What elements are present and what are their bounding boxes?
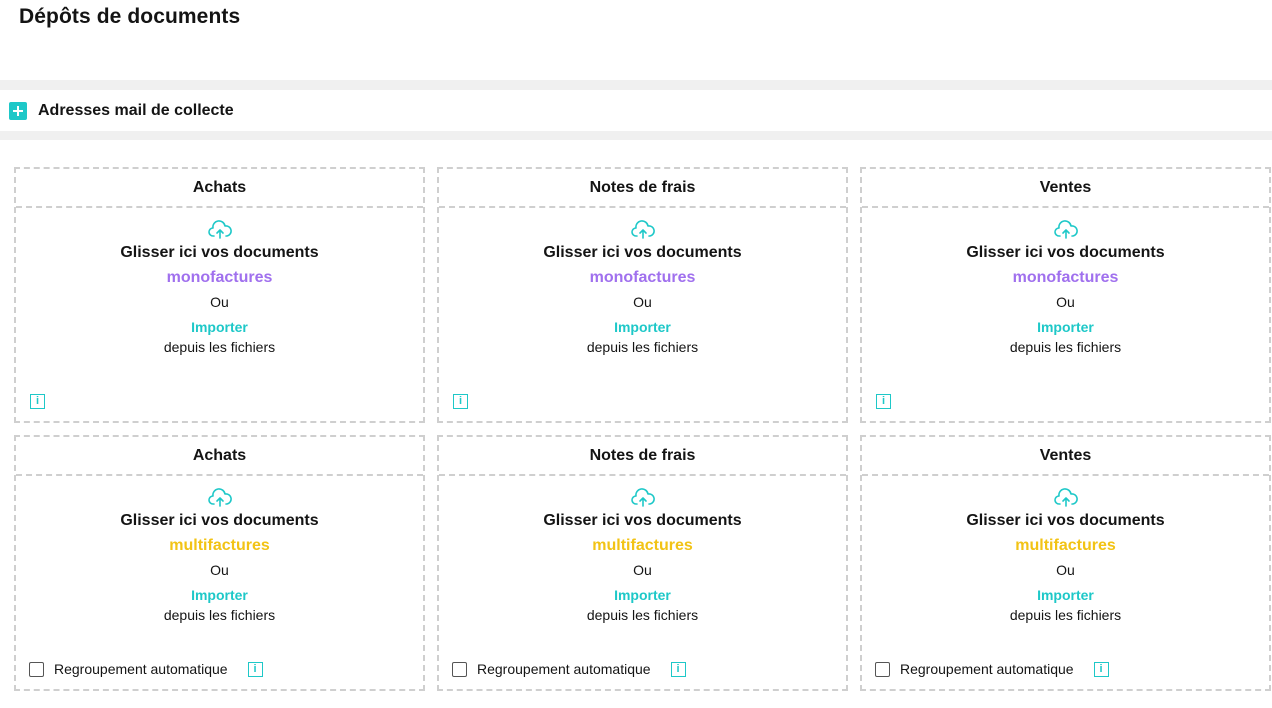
dropzone-ventes-mono[interactable]: Ventes Glisser ici vos documents monofac… (860, 167, 1271, 423)
upload-zones-grid: Achats Glisser ici vos documents monofac… (14, 167, 1272, 691)
collect-addresses-toggle[interactable]: Adresses mail de collecte (0, 90, 1272, 131)
auto-grouping-checkbox[interactable] (29, 661, 44, 677)
dropzone-notes-de-frais-multi[interactable]: Notes de frais Glisser ici vos documents… (437, 435, 848, 691)
cloud-upload-icon (630, 488, 655, 507)
document-kind: multifactures (169, 537, 270, 554)
or-separator: Ou (210, 562, 229, 578)
from-files-text: depuis les fichiers (1009, 339, 1122, 355)
cloud-upload-icon (1053, 488, 1078, 507)
page-title: Dépôts de documents (19, 5, 241, 28)
info-icon[interactable]: i (453, 394, 468, 409)
info-icon[interactable]: i (876, 394, 891, 409)
or-separator: Ou (633, 294, 652, 310)
import-link[interactable]: Importer (614, 587, 671, 603)
drop-instruction: Glisser ici vos documents (966, 244, 1165, 261)
plus-icon[interactable] (9, 101, 27, 120)
card-body[interactable]: Glisser ici vos documents monofactures O… (439, 208, 846, 421)
info-icon[interactable]: i (30, 394, 45, 409)
card-body[interactable]: Glisser ici vos documents monofactures O… (862, 208, 1269, 421)
drop-instruction: Glisser ici vos documents (966, 512, 1165, 529)
divider (0, 131, 1272, 140)
import-link[interactable]: Importer (614, 319, 671, 335)
card-body[interactable]: Glisser ici vos documents monofactures O… (16, 208, 423, 421)
card-title: Notes de frais (439, 169, 846, 208)
dropzone-achats-mono[interactable]: Achats Glisser ici vos documents monofac… (14, 167, 425, 423)
auto-grouping-label: Regroupement automatique (54, 661, 228, 677)
drop-instruction: Glisser ici vos documents (543, 512, 742, 529)
cloud-upload-icon (630, 220, 655, 239)
card-title: Notes de frais (439, 437, 846, 476)
card-title: Achats (16, 437, 423, 476)
dropzone-notes-de-frais-mono[interactable]: Notes de frais Glisser ici vos documents… (437, 167, 848, 423)
import-link[interactable]: Importer (191, 319, 248, 335)
drop-instruction: Glisser ici vos documents (120, 512, 319, 529)
from-files-text: depuis les fichiers (586, 607, 699, 623)
card-title: Achats (16, 169, 423, 208)
document-kind: multifactures (592, 537, 693, 554)
cloud-upload-icon (207, 220, 232, 239)
auto-grouping-row: Regroupement automatique i (452, 661, 686, 677)
drop-instruction: Glisser ici vos documents (543, 244, 742, 261)
document-kind: monofactures (1012, 269, 1119, 286)
card-body[interactable]: Glisser ici vos documents multifactures … (439, 476, 846, 689)
from-files-text: depuis les fichiers (163, 339, 276, 355)
import-link[interactable]: Importer (191, 587, 248, 603)
dropzone-achats-multi[interactable]: Achats Glisser ici vos documents multifa… (14, 435, 425, 691)
drop-instruction: Glisser ici vos documents (120, 244, 319, 261)
dropzone-ventes-multi[interactable]: Ventes Glisser ici vos documents multifa… (860, 435, 1271, 691)
document-kind: multifactures (1015, 537, 1116, 554)
import-link[interactable]: Importer (1037, 587, 1094, 603)
cloud-upload-icon (207, 488, 232, 507)
card-body[interactable]: Glisser ici vos documents multifactures … (862, 476, 1269, 689)
card-title: Ventes (862, 437, 1269, 476)
auto-grouping-checkbox[interactable] (452, 661, 467, 677)
document-kind: monofactures (166, 269, 273, 286)
cloud-upload-icon (1053, 220, 1078, 239)
or-separator: Ou (633, 562, 652, 578)
auto-grouping-row: Regroupement automatique i (29, 661, 263, 677)
or-separator: Ou (1056, 562, 1075, 578)
from-files-text: depuis les fichiers (163, 607, 276, 623)
auto-grouping-label: Regroupement automatique (477, 661, 651, 677)
card-title: Ventes (862, 169, 1269, 208)
or-separator: Ou (210, 294, 229, 310)
auto-grouping-checkbox[interactable] (875, 661, 890, 677)
or-separator: Ou (1056, 294, 1075, 310)
info-icon[interactable]: i (247, 661, 263, 677)
auto-grouping-label: Regroupement automatique (900, 661, 1074, 677)
card-body[interactable]: Glisser ici vos documents multifactures … (16, 476, 423, 689)
page-header: Dépôts de documents (0, 0, 1272, 80)
auto-grouping-row: Regroupement automatique i (875, 661, 1109, 677)
info-icon[interactable]: i (670, 661, 686, 677)
from-files-text: depuis les fichiers (1009, 607, 1122, 623)
import-link[interactable]: Importer (1037, 319, 1094, 335)
from-files-text: depuis les fichiers (586, 339, 699, 355)
collect-addresses-label: Adresses mail de collecte (38, 101, 234, 119)
divider (0, 80, 1272, 90)
document-kind: monofactures (589, 269, 696, 286)
info-icon[interactable]: i (1093, 661, 1109, 677)
